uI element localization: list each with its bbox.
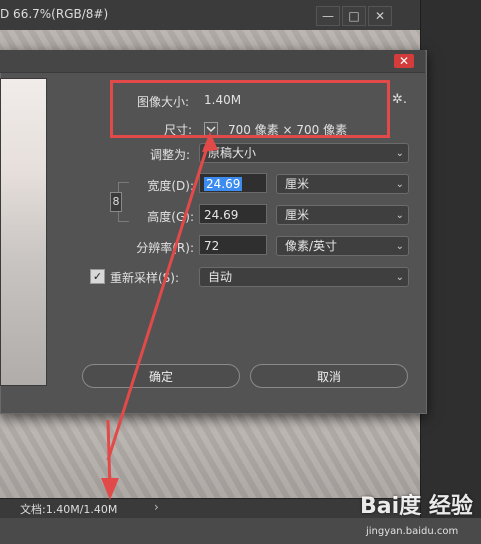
annotation-arrow-line (106, 137, 212, 461)
annotation-arrowhead-down (101, 478, 119, 500)
annotation-arrows (101, 132, 218, 500)
watermark-url: jingyan.baidu.com (366, 526, 459, 537)
watermark-brand: Bai度 经验 (360, 494, 473, 519)
annotation-arrowhead-up (202, 132, 218, 152)
